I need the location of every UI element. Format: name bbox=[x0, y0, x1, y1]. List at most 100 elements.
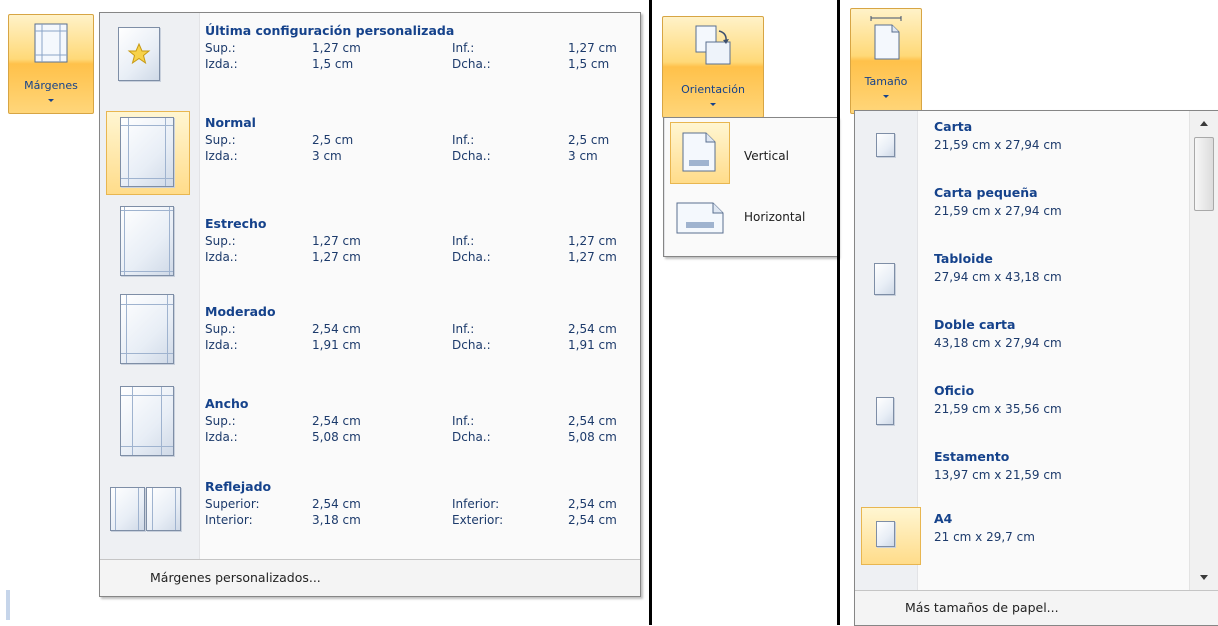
value-top: 2,54 cm bbox=[312, 497, 361, 511]
scroll-up-icon[interactable] bbox=[1200, 121, 1208, 126]
portrait-page-icon bbox=[682, 132, 716, 172]
size-item-letter[interactable]: Carta 21,59 cm x 27,94 cm bbox=[855, 111, 1218, 177]
label-right: Dcha.: bbox=[452, 57, 491, 71]
orientation-button-label: Orientación bbox=[681, 83, 745, 96]
item-dimensions: 21,59 cm x 35,56 cm bbox=[934, 402, 1062, 416]
label-bottom: Inf.: bbox=[452, 414, 475, 428]
label-left: Izda.: bbox=[205, 250, 238, 264]
value-left: 3 cm bbox=[312, 149, 342, 163]
ribbon-edge bbox=[6, 590, 10, 620]
moderate-margins-icon bbox=[120, 294, 174, 364]
size-item-small-letter[interactable]: Carta pequeña 21,59 cm x 27,94 cm bbox=[855, 177, 1218, 243]
label-right: Dcha.: bbox=[452, 250, 491, 264]
margins-item-moderate[interactable]: Moderado Sup.: 2,54 cm Inf.: 2,54 cm Izd… bbox=[100, 290, 640, 382]
label-left: Izda.: bbox=[205, 430, 238, 444]
mirrored-margins-right-page-icon bbox=[146, 487, 181, 531]
item-title: Estrecho bbox=[205, 216, 267, 231]
label-left: Izda.: bbox=[205, 57, 238, 71]
label-bottom: Inferior: bbox=[452, 497, 500, 511]
label-bottom: Inf.: bbox=[452, 322, 475, 336]
item-dimensions: 21,59 cm x 27,94 cm bbox=[934, 138, 1062, 152]
item-title: Ancho bbox=[205, 396, 249, 411]
value-bottom: 2,5 cm bbox=[568, 133, 610, 147]
label-top: Superior: bbox=[205, 497, 260, 511]
margins-button[interactable]: Márgenes bbox=[8, 14, 94, 114]
page-icon bbox=[876, 521, 895, 547]
label-bottom: Inf.: bbox=[452, 133, 475, 147]
value-bottom: 1,27 cm bbox=[568, 41, 617, 55]
item-dimensions: 21 cm x 29,7 cm bbox=[934, 530, 1035, 544]
value-right: 1,5 cm bbox=[568, 57, 610, 71]
value-right: 3 cm bbox=[568, 149, 598, 163]
margins-item-narrow[interactable]: Estrecho Sup.: 1,27 cm Inf.: 1,27 cm Izd… bbox=[100, 200, 640, 290]
item-title: Tabloide bbox=[934, 251, 993, 266]
label-right: Dcha.: bbox=[452, 338, 491, 352]
landscape-page-icon bbox=[676, 202, 724, 234]
item-title: Doble carta bbox=[934, 317, 1016, 332]
item-title: Carta pequeña bbox=[934, 185, 1038, 200]
size-item-double-letter[interactable]: Doble carta 43,18 cm x 27,94 cm bbox=[855, 309, 1218, 375]
size-scrollbar[interactable] bbox=[1189, 111, 1218, 590]
label-left: Izda.: bbox=[205, 149, 238, 163]
value-top: 1,27 cm bbox=[312, 234, 361, 248]
margins-item-wide[interactable]: Ancho Sup.: 2,54 cm Inf.: 2,54 cm Izda.:… bbox=[100, 382, 640, 473]
panel-separator bbox=[649, 0, 652, 625]
size-item-a4[interactable]: A4 21 cm x 29,7 cm bbox=[855, 507, 1218, 567]
margins-menu: Última configuración personalizada Sup.:… bbox=[99, 12, 641, 597]
value-right: 5,08 cm bbox=[568, 430, 617, 444]
value-top: 2,54 cm bbox=[312, 414, 361, 428]
item-title: A4 bbox=[934, 511, 953, 526]
value-top: 1,27 cm bbox=[312, 41, 361, 55]
more-paper-sizes-button[interactable]: Más tamaños de papel... bbox=[855, 590, 1218, 625]
value-right: 1,27 cm bbox=[568, 250, 617, 264]
page-icon bbox=[876, 133, 895, 157]
value-bottom: 2,54 cm bbox=[568, 322, 617, 336]
label-top: Sup.: bbox=[205, 234, 236, 248]
label-right: Exterior: bbox=[452, 513, 504, 527]
label-right: Dcha.: bbox=[452, 430, 491, 444]
value-left: 3,18 cm bbox=[312, 513, 361, 527]
panel-separator bbox=[837, 0, 840, 625]
size-item-statement[interactable]: Estamento 13,97 cm x 21,59 cm bbox=[855, 441, 1218, 507]
page-icon bbox=[874, 263, 895, 295]
custom-margins-button[interactable]: Márgenes personalizados... bbox=[100, 559, 640, 596]
value-left: 1,5 cm bbox=[312, 57, 354, 71]
label-right: Dcha.: bbox=[452, 149, 491, 163]
paper-size-icon bbox=[870, 16, 902, 60]
star-page-icon bbox=[118, 27, 160, 81]
size-item-legal[interactable]: Oficio 21,59 cm x 35,56 cm bbox=[855, 375, 1218, 441]
margins-item-normal[interactable]: Normal Sup.: 2,5 cm Inf.: 2,5 cm Izda.: … bbox=[100, 109, 640, 200]
margins-button-label: Márgenes bbox=[24, 79, 78, 92]
wide-margins-icon bbox=[120, 386, 174, 456]
margins-item-mirrored[interactable]: Reflejado Superior: 2,54 cm Inferior: 2,… bbox=[100, 473, 640, 559]
scrollbar-thumb[interactable] bbox=[1194, 137, 1214, 211]
size-button[interactable]: Tamaño bbox=[850, 8, 922, 114]
size-item-tabloid[interactable]: Tabloide 27,94 cm x 43,18 cm bbox=[855, 243, 1218, 309]
label-bottom: Inf.: bbox=[452, 41, 475, 55]
label-top: Sup.: bbox=[205, 414, 236, 428]
item-dimensions: 27,94 cm x 43,18 cm bbox=[934, 270, 1062, 284]
orientation-item-vertical[interactable]: Vertical bbox=[664, 122, 837, 186]
narrow-margins-icon bbox=[120, 206, 174, 276]
item-title: Moderado bbox=[205, 304, 276, 319]
value-bottom: 2,54 cm bbox=[568, 414, 617, 428]
orientation-menu: Vertical Horizontal bbox=[663, 117, 838, 257]
value-right: 2,54 cm bbox=[568, 513, 617, 527]
label-top: Sup.: bbox=[205, 41, 236, 55]
orientation-icon bbox=[695, 25, 731, 65]
orientation-button[interactable]: Orientación bbox=[662, 16, 764, 118]
scroll-down-icon[interactable] bbox=[1200, 575, 1208, 580]
margins-icon bbox=[34, 23, 68, 63]
label-left: Interior: bbox=[205, 513, 253, 527]
margins-item-last-custom[interactable]: Última configuración personalizada Sup.:… bbox=[100, 13, 640, 109]
mirrored-margins-left-page-icon bbox=[110, 487, 145, 531]
item-title: Carta bbox=[934, 119, 973, 134]
chevron-down-icon bbox=[710, 103, 716, 106]
value-left: 1,91 cm bbox=[312, 338, 361, 352]
page-icon bbox=[876, 397, 894, 425]
orientation-horizontal-label: Horizontal bbox=[744, 210, 806, 224]
orientation-item-horizontal[interactable]: Horizontal bbox=[664, 190, 837, 250]
custom-margins-label: Márgenes personalizados... bbox=[150, 570, 321, 585]
value-bottom: 1,27 cm bbox=[568, 234, 617, 248]
item-title: Oficio bbox=[934, 383, 975, 398]
